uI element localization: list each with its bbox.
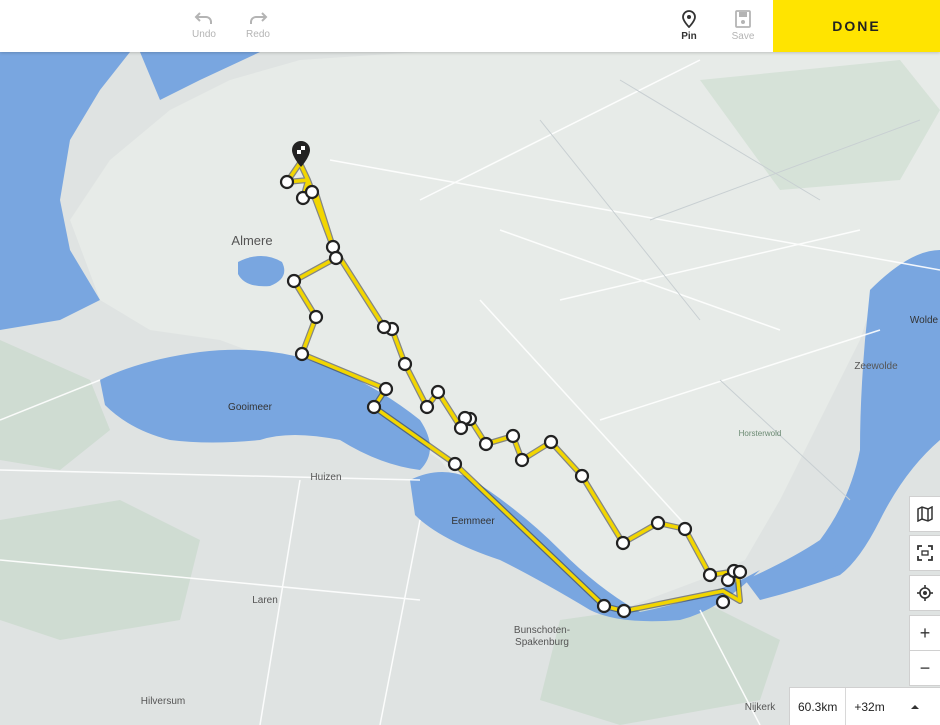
- route-waypoint[interactable]: [596, 598, 612, 614]
- route-waypoint[interactable]: [543, 434, 559, 450]
- route-waypoint[interactable]: [286, 273, 302, 289]
- map-layers-icon: [917, 506, 933, 522]
- route-waypoint[interactable]: [615, 535, 631, 551]
- route-waypoint[interactable]: [505, 428, 521, 444]
- pin-icon: [682, 10, 696, 28]
- label-nijkerk: Nijkerk: [745, 702, 777, 713]
- map-layers-button[interactable]: [909, 496, 940, 532]
- route-waypoint[interactable]: [478, 436, 494, 452]
- undo-button[interactable]: Undo: [182, 10, 226, 40]
- label-bunschoten-1: Bunschoten-: [514, 625, 570, 636]
- route-waypoint[interactable]: [732, 564, 748, 580]
- route-waypoint[interactable]: [378, 381, 394, 397]
- label-huizen: Huizen: [310, 472, 341, 483]
- elevation-value: +32m: [854, 699, 885, 714]
- zoom-out-icon: −: [919, 657, 931, 678]
- route-waypoint[interactable]: [366, 399, 382, 415]
- save-icon: [735, 10, 751, 28]
- label-laren: Laren: [252, 595, 278, 606]
- label-horsterwold: Horsterwold: [739, 429, 782, 438]
- redo-icon: [250, 12, 268, 24]
- done-button[interactable]: DONE: [773, 0, 940, 52]
- route-waypoint[interactable]: [677, 521, 693, 537]
- zoom-controls: + −: [909, 615, 940, 686]
- label-wolde: Wolde: [910, 315, 939, 326]
- redo-label: Redo: [246, 29, 270, 40]
- zoom-in-icon: +: [919, 622, 931, 643]
- pin-button[interactable]: Pin: [667, 10, 711, 42]
- fullscreen-button[interactable]: [909, 535, 940, 571]
- route-waypoint[interactable]: [616, 603, 632, 619]
- save-label: Save: [731, 31, 755, 42]
- label-gooimeer: Gooimeer: [228, 402, 273, 413]
- route-waypoint[interactable]: [650, 515, 666, 531]
- zoom-in-button[interactable]: +: [910, 616, 940, 650]
- route-waypoint[interactable]: [702, 567, 718, 583]
- label-zeewolde: Zeewolde: [854, 361, 898, 372]
- fullscreen-icon: [917, 545, 933, 561]
- top-toolbar: Undo Redo Pin Save DONE: [0, 0, 940, 52]
- label-eemmeer: Eemmeer: [451, 516, 495, 527]
- route-waypoint[interactable]: [397, 356, 413, 372]
- label-bunschoten-2: Spakenburg: [515, 637, 569, 648]
- route-waypoint[interactable]: [447, 456, 463, 472]
- route-waypoint[interactable]: [574, 468, 590, 484]
- label-almere: Almere: [231, 233, 272, 248]
- route-waypoint[interactable]: [376, 319, 392, 335]
- route-waypoint[interactable]: [279, 174, 295, 190]
- route-waypoint[interactable]: [715, 594, 731, 610]
- route-waypoint[interactable]: [514, 452, 530, 468]
- undo-label: Undo: [192, 29, 216, 40]
- route-waypoint[interactable]: [430, 384, 446, 400]
- route-stats-panel[interactable]: 60.3km +32m: [789, 687, 940, 725]
- caret-up-icon[interactable]: [902, 700, 928, 714]
- label-hilversum: Hilversum: [141, 696, 185, 707]
- pin-label: Pin: [681, 31, 697, 42]
- route-waypoint[interactable]: [419, 399, 435, 415]
- save-button[interactable]: Save: [721, 10, 765, 42]
- distance-value: 60.3km: [798, 699, 838, 714]
- undo-icon: [194, 12, 212, 24]
- route-waypoint[interactable]: [304, 184, 320, 200]
- route-waypoint[interactable]: [453, 420, 469, 436]
- route-waypoint[interactable]: [294, 346, 310, 362]
- locate-button[interactable]: [909, 575, 940, 611]
- locate-icon: [917, 585, 933, 601]
- route-map[interactable]: Almere Gooimeer Huizen Eemmeer Laren Bun…: [0, 52, 940, 725]
- zoom-out-button[interactable]: −: [910, 651, 940, 685]
- redo-button[interactable]: Redo: [236, 10, 280, 40]
- route-waypoint[interactable]: [308, 309, 324, 325]
- route-waypoint[interactable]: [328, 250, 344, 266]
